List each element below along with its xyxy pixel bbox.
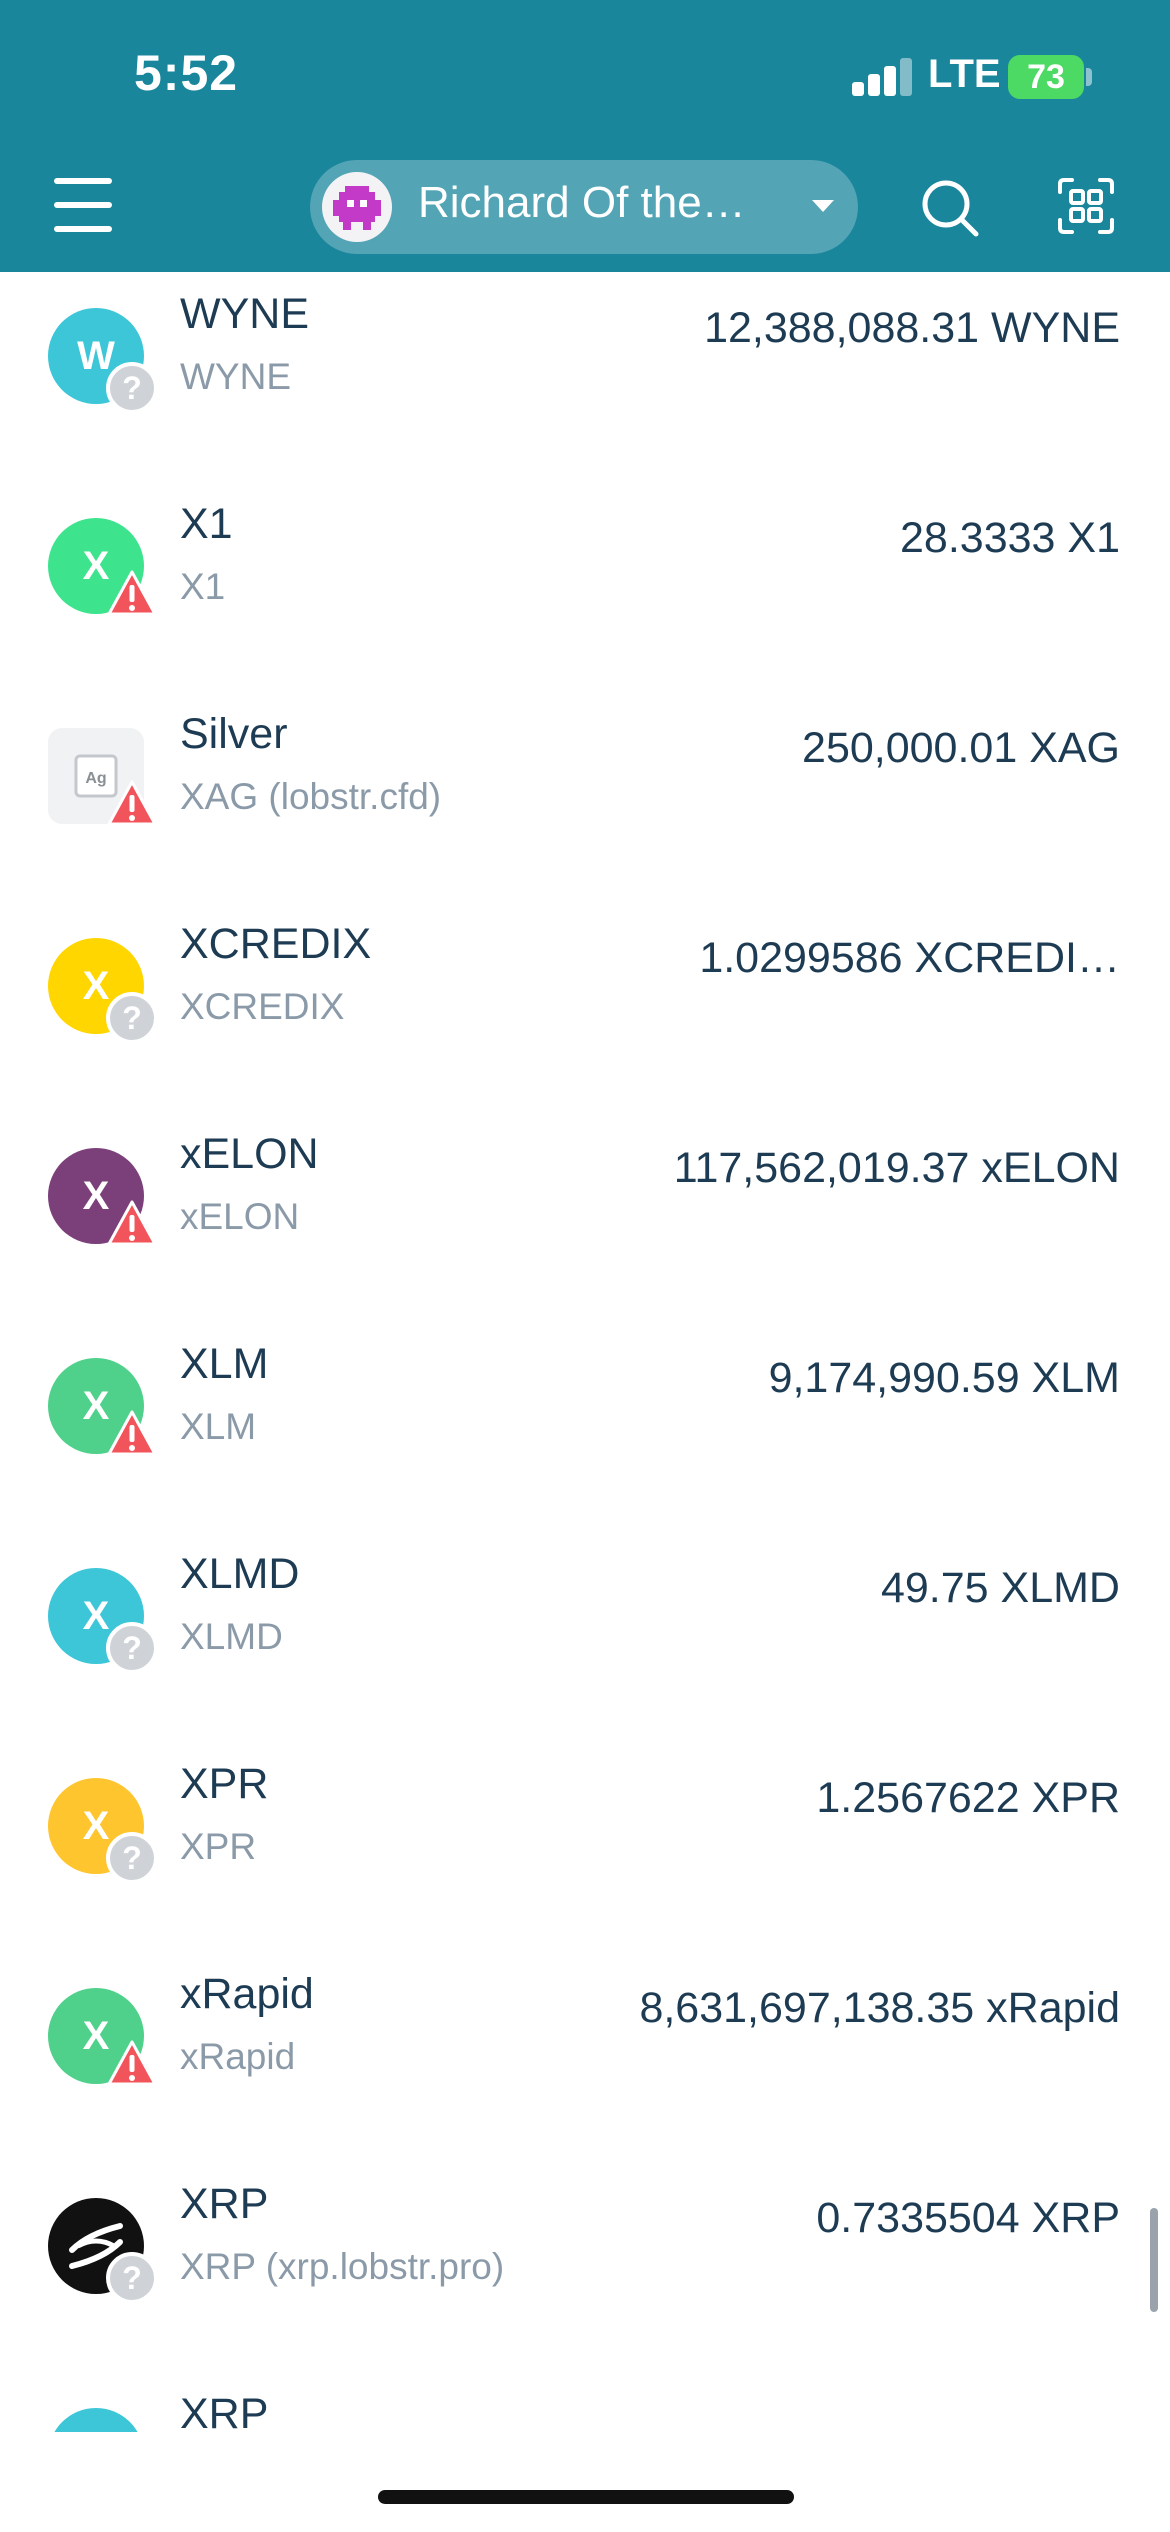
warning-icon xyxy=(106,1198,158,1250)
menu-button[interactable] xyxy=(54,178,112,232)
asset-balance: 8,631,697,138.35 xRapid xyxy=(639,1984,1120,2032)
asset-name: XLMD xyxy=(180,1550,300,1598)
asset-code: XAG (lobstr.cfd) xyxy=(180,776,442,817)
asset-row[interactable]: XRP xyxy=(0,2372,1170,2432)
unknown-asset-icon: ? xyxy=(106,1622,158,1674)
asset-balance: 9,174,990.59 XLM xyxy=(768,1354,1120,1402)
asset-code: X1 xyxy=(180,566,226,607)
asset-name: XCREDIX xyxy=(180,920,372,968)
asset-balance: 117,562,019.37 xELON xyxy=(673,1144,1120,1192)
scan-qr-button[interactable] xyxy=(1056,176,1116,236)
asset-balance: 28.3333 X1 xyxy=(900,514,1120,562)
asset-name: Silver xyxy=(180,710,288,758)
asset-list[interactable]: W? WYNE WYNE 12,388,088.31 WYNE X X1 X1 28.3333… xyxy=(0,272,1170,2432)
asset-row[interactable]: X? XPR XPR 1.2567622 XPR xyxy=(0,1742,1170,1952)
battery-cap xyxy=(1086,68,1092,86)
asset-name: xELON xyxy=(180,1130,319,1178)
asset-code: XRP (xrp.lobstr.pro) xyxy=(180,2246,505,2287)
asset-balance: 0.7335504 XRP xyxy=(816,2194,1120,2242)
search-icon xyxy=(922,180,979,237)
svg-text:Ag: Ag xyxy=(85,770,106,787)
asset-balance: 250,000.01 XAG xyxy=(802,724,1120,772)
asset-code: xRapid xyxy=(180,2036,296,2077)
unknown-asset-icon: ? xyxy=(106,1832,158,1884)
avatar-icon xyxy=(322,172,392,242)
asset-row[interactable]: X? XLMD XLMD 49.75 XLMD xyxy=(0,1532,1170,1742)
asset-code: XLM xyxy=(180,1406,257,1447)
chevron-down-icon xyxy=(812,200,834,212)
cellular-signal-icon xyxy=(852,58,912,96)
asset-row[interactable]: Ag Silver XAG (lobstr.cfd) 250,000.01 XAG xyxy=(0,692,1170,902)
asset-code: WYNE xyxy=(180,356,291,397)
warning-icon xyxy=(106,1408,158,1460)
asset-row[interactable]: X? XCREDIX XCREDIX 1.0299586 XCREDI… xyxy=(0,902,1170,1112)
unknown-asset-icon: ? xyxy=(106,362,158,414)
asset-code: XCREDIX xyxy=(180,986,345,1027)
account-name: Richard Of the… xyxy=(418,178,746,227)
asset-balance: 49.75 XLMD xyxy=(880,1564,1120,1612)
asset-balance: 1.2567622 XPR xyxy=(816,1774,1120,1822)
battery-icon: 73 xyxy=(1008,55,1084,99)
top-app-bar: 5:52 LTE 73 Richard Of the… xyxy=(0,0,1170,272)
asset-name: WYNE xyxy=(180,290,309,338)
asset-row[interactable]: W? WYNE WYNE 12,388,088.31 WYNE xyxy=(0,272,1170,482)
asset-name: XPR xyxy=(180,1760,269,1808)
qr-scan-icon xyxy=(1058,178,1114,234)
asset-row[interactable]: XxRapid xRapid 8,631,697,138.35 xRapid xyxy=(0,1952,1170,2162)
unknown-asset-icon: ? xyxy=(106,2252,158,2304)
asset-balance: 1.0299586 XCREDI… xyxy=(699,934,1120,982)
asset-name: XRP xyxy=(180,2390,269,2432)
account-selector[interactable]: Richard Of the… xyxy=(310,160,858,254)
asset-balance: 12,388,088.31 WYNE xyxy=(704,304,1120,352)
warning-icon xyxy=(106,778,158,830)
asset-row[interactable]: XxELON xELON 117,562,019.37 xELON xyxy=(0,1112,1170,1322)
asset-row[interactable]: X X1 X1 28.3333 X1 xyxy=(0,482,1170,692)
asset-code: XLMD xyxy=(180,1616,283,1657)
status-time: 5:52 xyxy=(134,45,239,101)
network-type: LTE xyxy=(928,52,1001,96)
warning-icon xyxy=(106,568,158,620)
asset-row[interactable]: ? XRP XRP (xrp.lobstr.pro) 0.7335504 XRP xyxy=(0,2162,1170,2372)
asset-name: XLM xyxy=(180,1340,269,1388)
search-button[interactable] xyxy=(918,176,982,240)
asset-logo-icon xyxy=(48,2408,144,2432)
asset-row[interactable]: X XLM XLM 9,174,990.59 XLM xyxy=(0,1322,1170,1532)
scrollbar[interactable] xyxy=(1150,2208,1158,2312)
home-indicator[interactable] xyxy=(378,2490,794,2504)
battery-level: 73 xyxy=(1027,58,1065,96)
warning-icon xyxy=(106,2038,158,2090)
asset-name: xRapid xyxy=(180,1970,314,2018)
asset-code: XPR xyxy=(180,1826,257,1867)
asset-name: XRP xyxy=(180,2180,269,2228)
asset-name: X1 xyxy=(180,500,233,548)
asset-code: xELON xyxy=(180,1196,300,1237)
unknown-asset-icon: ? xyxy=(106,992,158,1044)
